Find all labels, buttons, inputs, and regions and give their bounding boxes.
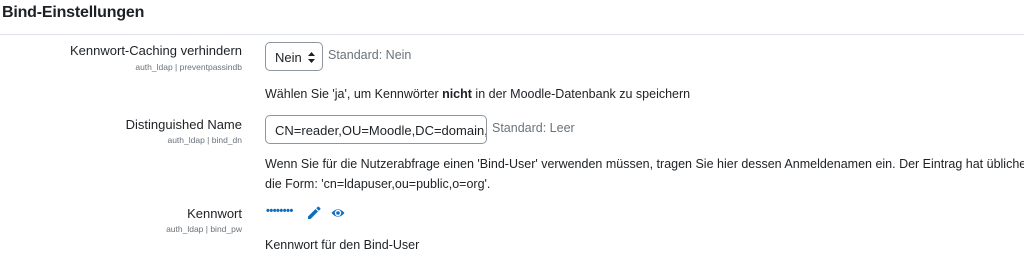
setting-meta-bind-pw: auth_ldap | bind_pw: [166, 224, 242, 234]
pencil-icon[interactable]: [307, 206, 321, 220]
sort-arrows-icon: [308, 52, 315, 63]
password-masked-value[interactable]: ••••••••: [266, 205, 293, 217]
default-value-preventpassindb: Standard: Nein: [328, 48, 412, 62]
eye-icon[interactable]: [331, 206, 345, 220]
section-title: Bind-Einstellungen: [2, 4, 145, 21]
setting-meta-bind-dn: auth_ldap | bind_dn: [167, 135, 242, 145]
bind-dn-input[interactable]: CN=reader,OU=Moodle,DC=domain,DC=local: [265, 115, 487, 144]
setting-label-preventpassindb: Kennwort-Caching verhindern: [70, 43, 242, 58]
description-bind-dn-line1: Wenn Sie für die Nutzerabfrage einen 'Bi…: [265, 157, 1024, 171]
section-divider: [0, 34, 1024, 35]
description-preventpassindb: Wählen Sie 'ja', um Kennwörter nicht in …: [265, 87, 691, 101]
description-bind-pw: Kennwort für den Bind-User: [265, 238, 420, 252]
description-bind-dn-line2: die Form: 'cn=ldapuser,ou=public,o=org'.: [265, 177, 491, 191]
setting-label-bind-dn: Distinguished Name: [125, 117, 242, 132]
setting-meta-preventpassindb: auth_ldap | preventpassindb: [135, 62, 242, 72]
select-value: Nein: [275, 50, 302, 65]
setting-label-bind-pw: Kennwort: [187, 206, 242, 221]
preventpassindb-select[interactable]: Nein: [265, 42, 323, 71]
default-value-bind-dn: Standard: Leer: [492, 121, 575, 135]
